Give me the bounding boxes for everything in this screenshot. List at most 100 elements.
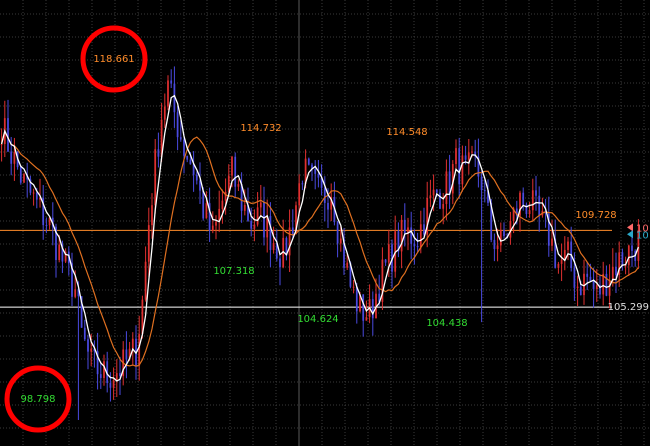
price-annotation-high: 114.732 — [240, 123, 281, 134]
candle-body — [400, 219, 403, 252]
candle-body — [259, 202, 262, 208]
candle-body — [355, 286, 358, 312]
candle-body — [352, 286, 355, 288]
candle-body — [179, 137, 182, 140]
candle-body — [560, 259, 563, 264]
candle-body — [205, 203, 208, 219]
candle-body — [176, 112, 179, 138]
candle-body — [0, 144, 3, 146]
candle-body — [202, 190, 205, 219]
candle-body — [522, 192, 525, 205]
candle-body — [573, 267, 576, 288]
candle-body — [147, 225, 150, 262]
candle-body — [365, 317, 368, 321]
candle-body — [429, 195, 432, 198]
candle-body — [263, 202, 265, 238]
candle-body — [483, 190, 486, 192]
candle-body — [269, 216, 272, 250]
candle-body — [231, 156, 233, 176]
candle-body — [291, 227, 294, 234]
candle-body — [458, 148, 461, 185]
candle-body — [215, 221, 217, 226]
candle-body — [288, 227, 291, 256]
candle-body — [10, 151, 13, 164]
candle-body — [445, 171, 448, 205]
candle-body — [455, 148, 457, 165]
candle-body — [115, 373, 118, 381]
candle-body — [253, 224, 256, 229]
candle-body — [384, 259, 387, 263]
candle-body — [627, 245, 630, 266]
candle-body — [87, 339, 89, 352]
price-annotation-high: 109.728 — [575, 210, 616, 221]
candle-body — [579, 286, 582, 296]
candle-body — [327, 202, 329, 210]
candle-body — [535, 190, 537, 196]
candle-body — [125, 349, 128, 360]
candle-body — [595, 285, 598, 289]
candle-body — [307, 158, 310, 165]
candle-body — [631, 245, 633, 251]
candle-body — [496, 245, 499, 250]
candle-body — [7, 118, 9, 152]
candle-body — [112, 380, 115, 388]
candle-body — [435, 189, 438, 193]
candle-body — [432, 189, 435, 196]
candle-body — [461, 155, 464, 185]
candle-body — [464, 155, 467, 160]
candle-body — [442, 204, 445, 209]
candle-body — [423, 224, 425, 235]
candle-body — [346, 262, 349, 268]
candle-body — [83, 327, 86, 340]
candle-body — [528, 210, 531, 214]
candle-body — [272, 243, 275, 250]
candle-body — [403, 219, 406, 234]
candle-body — [250, 220, 253, 229]
candle-body — [493, 239, 496, 250]
candle-body — [90, 348, 93, 352]
candle-body — [557, 263, 560, 268]
candle-body — [605, 273, 608, 296]
candle-body — [317, 173, 320, 178]
candle-body — [615, 266, 617, 276]
price-tag-label: 10 — [636, 230, 649, 241]
candle-body — [480, 176, 483, 191]
candle-body — [167, 80, 169, 107]
candle-body — [467, 152, 470, 160]
candle-body — [314, 169, 317, 174]
candle-body — [371, 299, 374, 319]
candle-body — [583, 273, 585, 296]
candle-body — [234, 156, 237, 187]
candle-body — [336, 222, 339, 244]
candle-body — [189, 159, 192, 165]
candle-body — [237, 184, 240, 187]
candle-body — [256, 207, 259, 225]
candle-body — [163, 106, 166, 120]
candle-body — [592, 281, 595, 289]
candle-body — [608, 280, 611, 296]
candle-body — [109, 382, 112, 388]
candle-body — [531, 190, 534, 211]
candle-body — [131, 338, 134, 349]
candle-body — [499, 229, 502, 246]
candle-body — [387, 244, 390, 263]
candle-body — [410, 227, 413, 244]
candle-body — [576, 286, 579, 288]
candle-body — [339, 238, 342, 244]
candle-body — [23, 174, 25, 183]
axis-price-label: 105.299 — [608, 302, 649, 313]
candle-body — [103, 361, 105, 379]
candle-body — [19, 167, 22, 183]
candle-body — [362, 294, 365, 321]
candle-body — [183, 139, 185, 156]
candle-body — [154, 149, 157, 206]
candle-body — [195, 174, 198, 181]
candle-body — [45, 225, 48, 227]
candle-body — [413, 243, 416, 247]
candle-body — [186, 155, 189, 160]
candle-body — [13, 151, 16, 164]
candle-body — [586, 273, 589, 277]
candle-body — [323, 187, 326, 203]
candle-body — [439, 192, 441, 209]
candle-body — [74, 289, 77, 297]
